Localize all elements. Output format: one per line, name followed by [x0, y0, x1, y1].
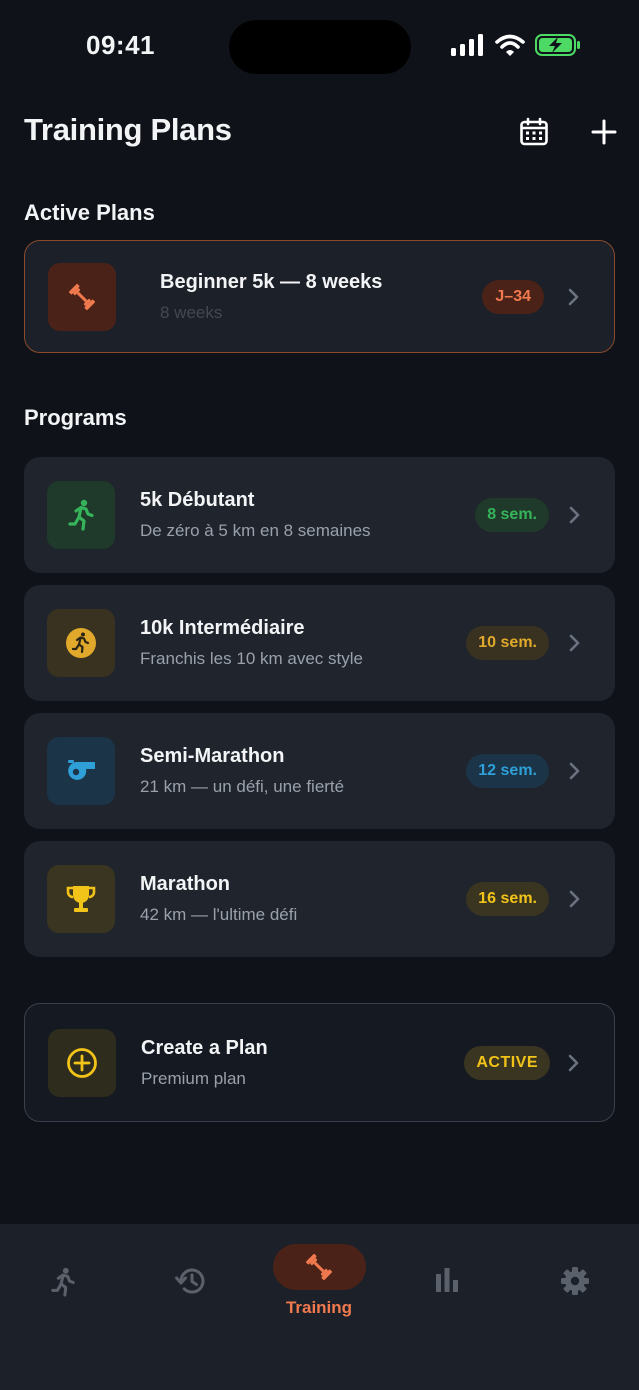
dumbbell-icon: [68, 283, 96, 310]
program-card-10k[interactable]: 10k Intermédiaire Franchis les 10 km ave…: [24, 585, 615, 701]
runner-icon: [51, 1267, 75, 1297]
duration-badge: 16 sem.: [466, 882, 549, 916]
duration-badge: 12 sem.: [466, 754, 549, 788]
status-icons: [451, 34, 581, 56]
chevron-right-icon: [568, 288, 579, 305]
programs-heading: Programs: [24, 405, 127, 430]
status-time: 09:41: [86, 30, 155, 60]
program-title: Marathon: [140, 873, 230, 895]
create-plan-icon-tile: [48, 1028, 116, 1097]
plus-icon: [591, 119, 617, 145]
tab-run[interactable]: [13, 1224, 113, 1344]
program-card-5k[interactable]: 5k Débutant De zéro à 5 km en 8 semaines…: [24, 457, 615, 573]
add-button[interactable]: [584, 112, 624, 152]
gear-icon: [561, 1267, 589, 1295]
create-plan-subtitle: Premium plan: [141, 1068, 246, 1088]
chevron-right-icon: [569, 506, 580, 524]
tab-bar: Training: [0, 1224, 639, 1390]
program-icon-tile: [47, 737, 115, 805]
trophy-icon: [66, 886, 96, 912]
bar-chart-icon: [436, 1268, 458, 1292]
whistle-icon: [68, 760, 95, 780]
program-title: Semi-Marathon: [140, 745, 285, 767]
tab-training-label: Training: [285, 1298, 353, 1317]
program-subtitle: Franchis les 10 km avec style: [140, 649, 363, 668]
dumbbell-icon: [305, 1253, 333, 1281]
history-icon: [175, 1268, 205, 1294]
page-title: Training Plans: [24, 112, 232, 147]
active-plan-subtitle: 8 weeks: [160, 302, 223, 322]
battery-icon: [535, 34, 580, 56]
calendar-icon: [520, 117, 548, 146]
countdown-badge: J–34: [482, 279, 544, 314]
runner-icon: [68, 499, 94, 531]
program-card-semi-marathon[interactable]: Semi-Marathon 21 km — un défi, une fiert…: [24, 713, 615, 829]
program-subtitle: 42 km — l'ultime défi: [140, 905, 298, 924]
tab-training[interactable]: Training: [269, 1224, 369, 1344]
active-plans-heading: Active Plans: [24, 200, 155, 225]
signal-icon: [451, 34, 483, 56]
tab-settings[interactable]: [525, 1224, 625, 1344]
program-card-marathon[interactable]: Marathon 42 km — l'ultime défi 16 sem.: [24, 841, 615, 957]
program-icon-tile: [47, 865, 115, 933]
program-icon-tile: [47, 609, 115, 677]
create-plan-title: Create a Plan: [141, 1036, 268, 1059]
create-plan-card[interactable]: Create a Plan Premium plan ACTIVE: [24, 1003, 615, 1122]
program-subtitle: 21 km — un défi, une fierté: [140, 777, 345, 796]
tab-stats[interactable]: [397, 1224, 497, 1344]
duration-badge: 10 sem.: [466, 626, 549, 660]
chevron-right-icon: [569, 890, 580, 908]
active-plan-title: Beginner 5k — 8 weeks: [160, 270, 383, 293]
wifi-icon: [495, 34, 525, 56]
program-title: 5k Débutant: [140, 489, 255, 511]
tab-history[interactable]: [141, 1224, 241, 1344]
calendar-button[interactable]: [514, 112, 554, 152]
program-title: 10k Intermédiaire: [140, 617, 305, 639]
active-plan-card[interactable]: Beginner 5k — 8 weeks 8 weeks J–34: [24, 240, 615, 353]
dynamic-island: [229, 20, 411, 74]
chevron-right-icon: [569, 762, 580, 780]
chevron-right-icon: [569, 634, 580, 652]
premium-status-badge: ACTIVE: [464, 1045, 550, 1080]
duration-badge: 8 sem.: [475, 498, 549, 532]
program-icon-tile: [47, 481, 115, 549]
tab-selected-indicator: [272, 1244, 366, 1290]
chevron-right-icon: [568, 1054, 579, 1071]
plus-circle-icon: [67, 1047, 97, 1078]
runner-circle-icon: [66, 628, 96, 658]
program-subtitle: De zéro à 5 km en 8 semaines: [140, 521, 371, 540]
active-plan-icon-tile: [48, 262, 116, 331]
